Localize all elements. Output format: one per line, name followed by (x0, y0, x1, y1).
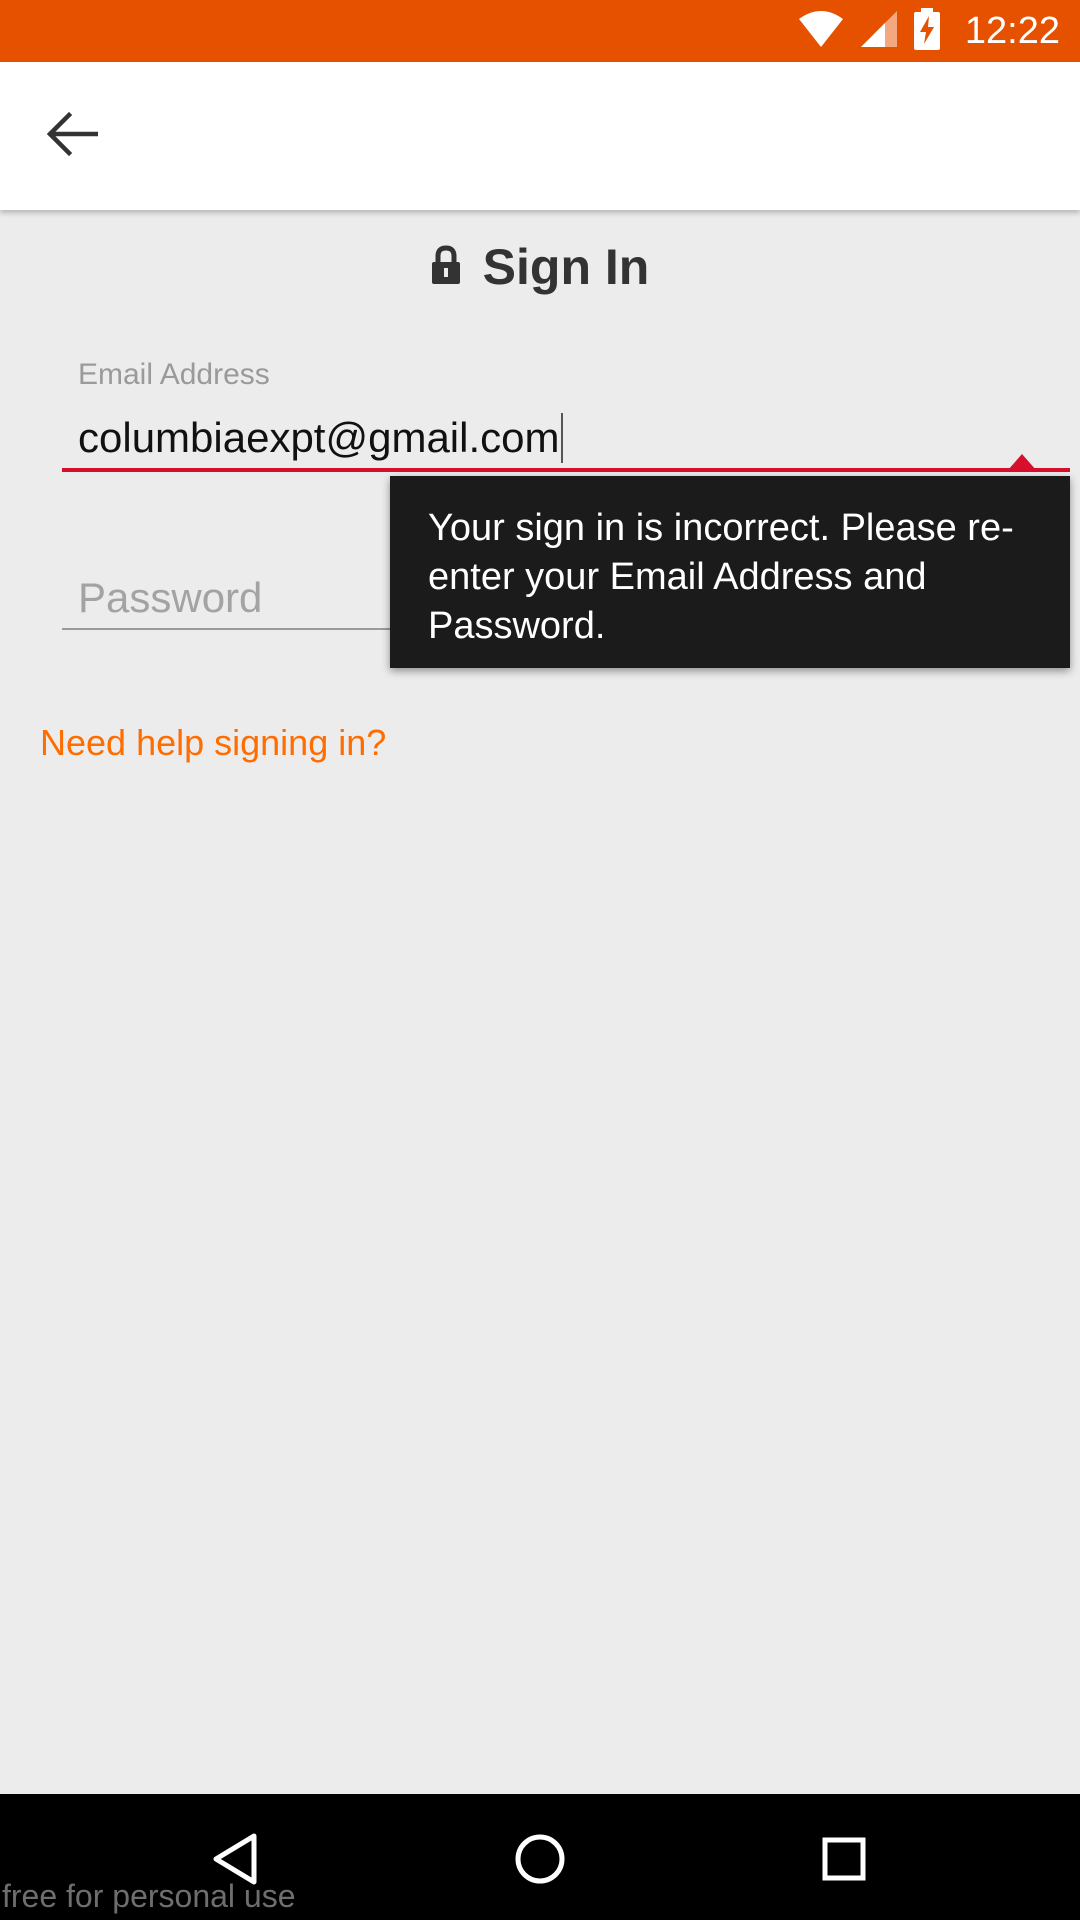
status-time: 12:22 (964, 9, 1060, 52)
screen: 12:22 Sign In Email Address columbiaexpt… (0, 0, 1080, 1920)
error-message: Your sign in is incorrect. Please re-ent… (428, 507, 1014, 647)
app-bar (0, 62, 1080, 210)
email-label: Email Address (78, 358, 270, 391)
status-icons: 12:22 (797, 0, 1060, 62)
email-value: columbiaexpt@gmail.com (78, 414, 560, 461)
cell-signal-icon (859, 9, 899, 54)
error-tooltip: Your sign in is incorrect. Please re-ent… (390, 476, 1070, 668)
status-bar: 12:22 (0, 0, 1080, 62)
nav-home-icon (514, 1833, 566, 1890)
lock-icon (431, 244, 461, 290)
watermark: free for personal use (2, 1878, 296, 1914)
wifi-icon (797, 9, 845, 54)
page-title-text: Sign In (482, 239, 650, 295)
nav-recents-icon (821, 1836, 867, 1887)
email-field[interactable]: columbiaexpt@gmail.com (78, 408, 564, 468)
arrow-left-icon (46, 111, 99, 162)
battery-charging-icon (913, 7, 941, 55)
error-indicator-icon (1008, 454, 1036, 470)
help-signing-in-link[interactable]: Need help signing in? (40, 722, 386, 764)
page-title: Sign In (0, 238, 1080, 296)
nav-home-button[interactable] (495, 1816, 585, 1906)
back-button[interactable] (34, 102, 110, 170)
email-underline (62, 468, 1070, 472)
text-caret (561, 413, 564, 463)
nav-recents-button[interactable] (799, 1816, 889, 1906)
